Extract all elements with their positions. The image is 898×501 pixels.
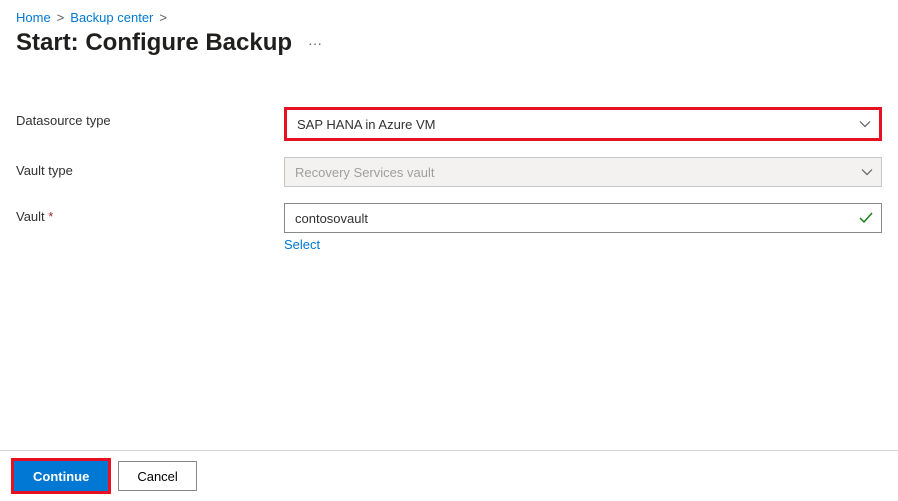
vault-row: Vault * contosovault Select (16, 203, 882, 252)
chevron-down-icon (861, 166, 873, 178)
chevron-down-icon (859, 118, 871, 130)
datasource-type-value: SAP HANA in Azure VM (297, 117, 436, 132)
datasource-type-label: Datasource type (16, 107, 284, 128)
footer-bar: Continue Cancel (0, 450, 898, 501)
continue-button[interactable]: Continue (14, 461, 108, 491)
breadcrumb: Home > Backup center > (16, 10, 882, 25)
page-title: Start: Configure Backup (16, 29, 292, 57)
more-actions-button[interactable]: ··· (304, 35, 326, 51)
breadcrumb-separator: > (57, 10, 65, 25)
required-indicator: * (48, 209, 53, 224)
vault-label-text: Vault (16, 209, 45, 224)
vault-input[interactable]: contosovault (284, 203, 882, 233)
vault-type-value: Recovery Services vault (295, 165, 434, 180)
datasource-type-dropdown[interactable]: SAP HANA in Azure VM (284, 107, 882, 141)
vault-value: contosovault (295, 211, 368, 226)
page-header: Start: Configure Backup ··· (16, 29, 882, 57)
vault-type-dropdown: Recovery Services vault (284, 157, 882, 187)
check-icon (859, 211, 873, 225)
vault-select-link[interactable]: Select (284, 237, 320, 252)
vault-label: Vault * (16, 203, 284, 224)
breadcrumb-home[interactable]: Home (16, 10, 51, 25)
breadcrumb-separator: > (159, 10, 167, 25)
cancel-button[interactable]: Cancel (118, 461, 196, 491)
breadcrumb-backup-center[interactable]: Backup center (70, 10, 153, 25)
datasource-type-row: Datasource type SAP HANA in Azure VM (16, 107, 882, 141)
vault-type-row: Vault type Recovery Services vault (16, 157, 882, 187)
vault-type-label: Vault type (16, 157, 284, 178)
